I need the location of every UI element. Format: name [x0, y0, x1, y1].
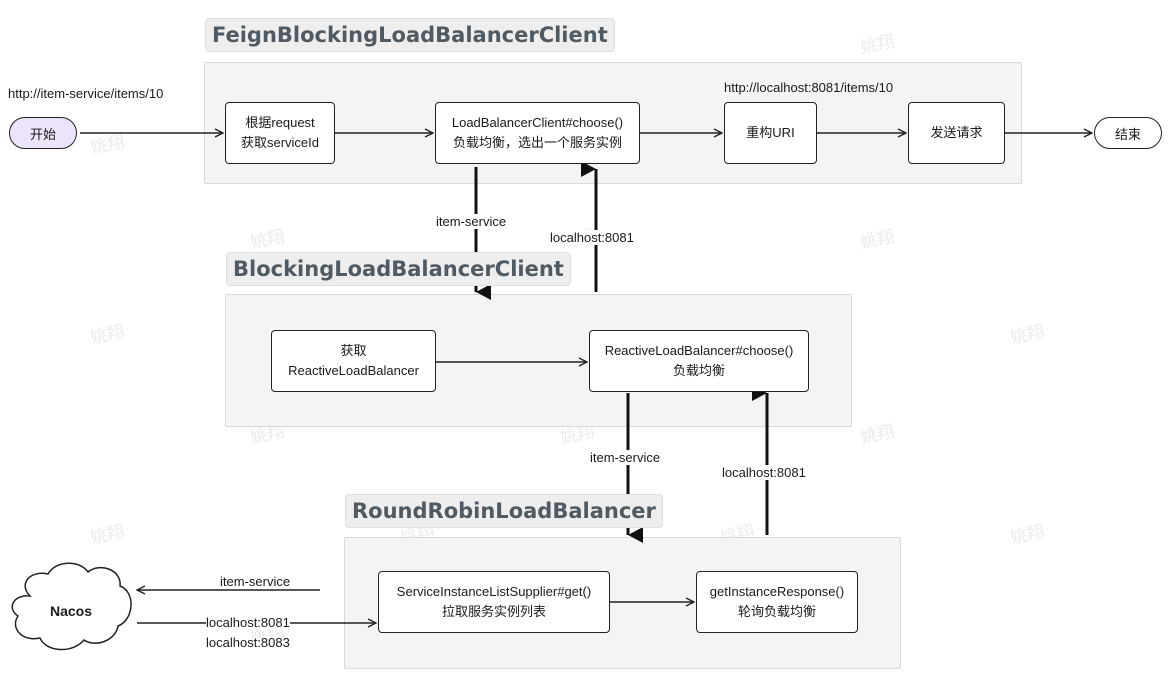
reactive-choose-node: ReactiveLoadBalancer#choose() 负载均衡 [589, 330, 809, 392]
from-nacos-label-2: localhost:8083 [206, 635, 290, 650]
reactive-choose-line2: 负载均衡 [672, 363, 725, 378]
from-nacos-label-1: localhost:8081 [206, 615, 290, 630]
get-instance-response-node: getInstanceResponse() 轮询负载均衡 [696, 571, 858, 633]
reactive-choose-line1: ReactiveLoadBalancer#choose() [604, 343, 794, 358]
source-url-label: http://item-service/items/10 [8, 86, 164, 101]
up-localhost-label-1: localhost:8081 [550, 230, 634, 245]
get-service-id-line2: 获取serviceId [240, 135, 320, 150]
get-reactive-lb-line2: ReactiveLoadBalancer [288, 363, 419, 378]
get-instance-response-line2: 轮询负载均衡 [737, 604, 816, 619]
get-service-id-node: 根据request 获取serviceId [225, 102, 335, 164]
blocking-group-title: BlockingLoadBalancerClient [226, 252, 571, 286]
down-item-service-label-1: item-service [436, 214, 507, 229]
lb-choose-line2: 负载均衡，选出一个服务实例 [452, 135, 622, 150]
lb-choose-node: LoadBalancerClient#choose() 负载均衡，选出一个服务实… [435, 102, 640, 164]
to-nacos-label: item-service [220, 574, 291, 589]
end-node: 结束 [1094, 117, 1162, 149]
nacos-label: Nacos [50, 603, 93, 619]
up-localhost-label-2: localhost:8081 [722, 465, 806, 480]
supplier-get-line2: 拉取服务实例列表 [441, 604, 546, 619]
get-reactive-lb-node: 获取 ReactiveLoadBalancer [271, 330, 436, 392]
get-service-id-line1: 根据request [245, 115, 315, 130]
get-reactive-lb-line1: 获取 [340, 343, 367, 358]
feign-group-title: FeignBlockingLoadBalancerClient [205, 18, 615, 52]
target-url-label: http://localhost:8081/items/10 [724, 80, 894, 95]
get-instance-response-line1: getInstanceResponse() [709, 584, 845, 599]
supplier-get-node: ServiceInstanceListSupplier#get() 拉取服务实例… [378, 571, 610, 633]
lb-choose-line1: LoadBalancerClient#choose() [451, 115, 624, 130]
start-node: 开始 [9, 117, 77, 149]
supplier-get-line1: ServiceInstanceListSupplier#get() [396, 584, 592, 599]
down-item-service-label-2: item-service [590, 450, 661, 465]
rebuild-uri-node: 重构URI [724, 102, 817, 164]
send-request-node: 发送请求 [908, 102, 1005, 164]
roundrobin-group-title: RoundRobinLoadBalancer [345, 494, 663, 528]
